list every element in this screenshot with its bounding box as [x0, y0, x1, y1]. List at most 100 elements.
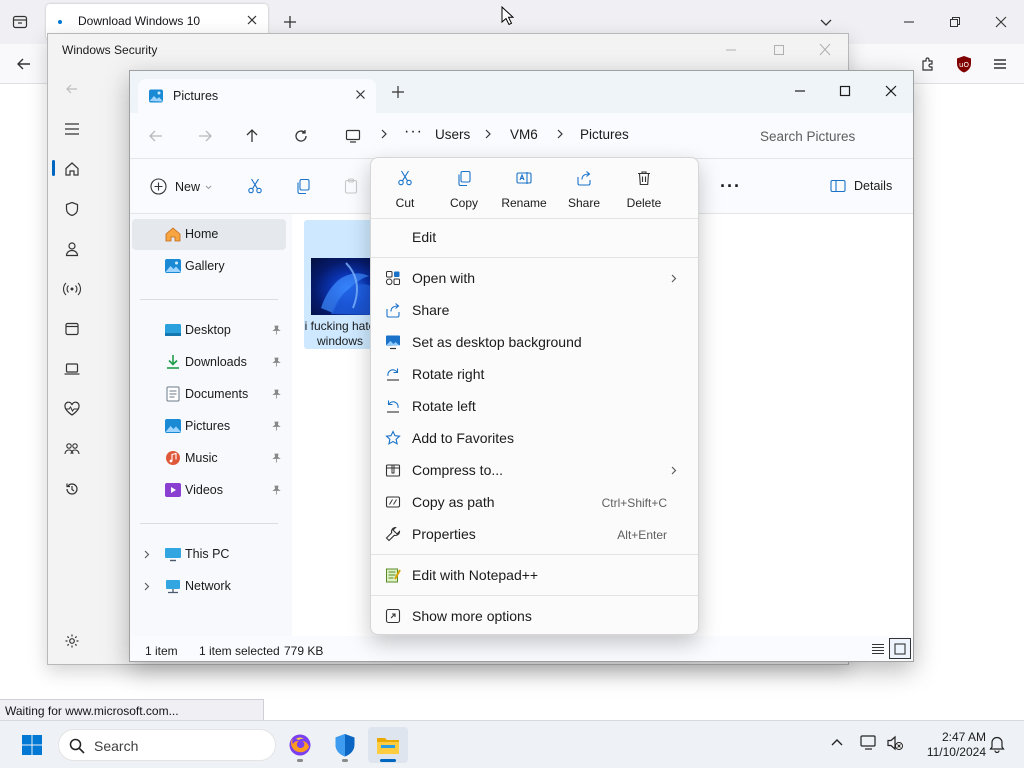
settings-gear-icon[interactable] — [62, 631, 82, 651]
nav-item-label: Documents — [185, 387, 249, 401]
explorer-close-icon[interactable] — [871, 77, 911, 105]
rename-action-button[interactable]: Rename — [494, 168, 554, 212]
menu-icon[interactable] — [986, 50, 1014, 78]
taskbar-search-input[interactable]: Search — [58, 729, 276, 761]
refresh-icon[interactable] — [291, 126, 311, 146]
extensions-icon[interactable] — [914, 50, 942, 78]
nav-item-desktop[interactable]: Desktop — [132, 315, 286, 346]
more-options-icon[interactable]: ··· — [720, 176, 741, 197]
menu-item-add-to-favorites[interactable]: Add to Favorites — [375, 422, 695, 454]
nav-item-videos[interactable]: Videos — [132, 475, 286, 506]
hamburger-menu-icon[interactable] — [62, 119, 82, 139]
show-hidden-icons-chevron-icon[interactable] — [830, 737, 844, 747]
search-input[interactable]: Search Pictures — [744, 121, 912, 151]
firefox-taskbar-icon[interactable] — [280, 727, 320, 763]
up-arrow-icon[interactable] — [242, 126, 262, 146]
back-icon[interactable] — [10, 50, 38, 78]
family-options-icon[interactable] — [62, 439, 82, 459]
nav-item-pictures[interactable]: Pictures — [132, 411, 286, 442]
this-pc-monitor-icon[interactable] — [343, 126, 363, 146]
forward-arrow-icon[interactable] — [195, 126, 215, 146]
menu-item-open-with[interactable]: Open with — [375, 262, 695, 294]
menu-item-properties[interactable]: Properties Alt+Enter — [375, 518, 695, 550]
device-health-icon[interactable] — [62, 399, 82, 419]
chevron-right-icon[interactable] — [144, 550, 150, 559]
nav-item-this-pc[interactable]: This PC — [132, 539, 286, 570]
new-button[interactable]: New — [150, 177, 218, 197]
menu-item-edit[interactable]: Edit — [375, 221, 695, 253]
menu-item-label: Properties — [412, 526, 476, 542]
close-tab-icon[interactable] — [246, 14, 258, 26]
properties-wrench-icon — [385, 526, 401, 542]
menu-item-compress-to[interactable]: Compress to... — [375, 454, 695, 486]
menu-item-set-desktop-background[interactable]: Set as desktop background — [375, 326, 695, 358]
new-tab-icon[interactable] — [392, 86, 404, 98]
explorer-minimize-icon[interactable] — [780, 77, 820, 105]
share-icon — [577, 171, 591, 186]
start-button-windows-icon[interactable] — [12, 727, 52, 763]
security-back-icon[interactable] — [62, 79, 82, 99]
restore-icon[interactable] — [941, 8, 969, 36]
volume-muted-icon[interactable] — [886, 735, 904, 751]
paste-icon[interactable] — [343, 178, 359, 194]
nav-item-music[interactable]: Music — [132, 443, 286, 474]
copy-icon — [458, 170, 471, 186]
nav-item-gallery[interactable]: Gallery — [132, 251, 286, 282]
list-tabs-icon[interactable] — [812, 8, 840, 36]
delete-action-button[interactable]: Delete — [614, 168, 674, 212]
large-icons-view-icon[interactable] — [889, 638, 911, 659]
explorer-maximize-icon[interactable] — [825, 77, 865, 105]
explorer-tab-title: Pictures — [173, 89, 219, 103]
nav-item-documents[interactable]: Documents — [132, 379, 286, 410]
copy-icon[interactable] — [295, 178, 311, 194]
share-action-button[interactable]: Share — [554, 168, 614, 212]
minimize-icon[interactable] — [895, 8, 923, 36]
menu-item-share[interactable]: Share — [375, 294, 695, 326]
cut-icon[interactable] — [247, 178, 263, 194]
windows-security-taskbar-icon[interactable] — [325, 727, 365, 763]
file-explorer-taskbar-icon[interactable] — [368, 727, 408, 763]
file-item[interactable]: i fucking hate windows — [304, 220, 376, 349]
explorer-tab-pictures[interactable]: Pictures — [138, 79, 376, 113]
nav-item-home[interactable]: Home — [132, 219, 286, 250]
protection-history-icon[interactable] — [62, 479, 82, 499]
breadcrumb-pictures[interactable]: Pictures — [580, 127, 629, 142]
firewall-network-icon[interactable] — [62, 279, 82, 299]
device-security-icon[interactable] — [62, 359, 82, 379]
nav-item-downloads[interactable]: Downloads — [132, 347, 286, 378]
nav-item-network[interactable]: Network — [132, 571, 286, 602]
network-status-icon[interactable] — [860, 735, 878, 751]
videos-icon — [165, 483, 181, 497]
close-window-icon[interactable] — [987, 8, 1015, 36]
breadcrumb-users[interactable]: Users — [435, 127, 470, 142]
menu-item-rotate-left[interactable]: Rotate left — [375, 390, 695, 422]
security-maximize-icon[interactable] — [772, 40, 786, 60]
tab-overview-icon[interactable] — [6, 8, 34, 36]
new-tab-icon[interactable] — [276, 8, 304, 36]
security-close-icon[interactable] — [818, 40, 832, 60]
account-protection-icon[interactable] — [62, 239, 82, 259]
security-minimize-icon[interactable] — [724, 40, 738, 60]
app-browser-control-icon[interactable] — [62, 319, 82, 339]
ublock-shield-icon[interactable]: uO — [950, 50, 978, 78]
breadcrumb-overflow-icon[interactable]: ··· — [404, 123, 423, 141]
active-indicator — [52, 160, 55, 176]
menu-item-copy-as-path[interactable]: Copy as path Ctrl+Shift+C — [375, 486, 695, 518]
details-button[interactable]: Details — [830, 178, 910, 196]
home-icon[interactable] — [62, 159, 82, 179]
desktop-folder-icon — [165, 324, 181, 336]
details-view-icon[interactable] — [871, 642, 885, 656]
breadcrumb-vm6[interactable]: VM6 — [510, 127, 538, 142]
cut-action-button[interactable]: Cut — [375, 168, 435, 212]
back-arrow-icon[interactable] — [146, 126, 166, 146]
menu-item-rotate-right[interactable]: Rotate right — [375, 358, 695, 390]
menu-item-edit-with-notepadpp[interactable]: Edit with Notepad++ — [375, 559, 695, 591]
notifications-bell-icon[interactable] — [989, 735, 1005, 753]
chevron-right-icon[interactable] — [144, 582, 150, 591]
menu-item-show-more-options[interactable]: Show more options — [375, 600, 695, 632]
close-tab-icon[interactable] — [355, 89, 366, 100]
copy-action-button[interactable]: Copy — [434, 168, 494, 212]
virus-protection-shield-icon[interactable] — [62, 199, 82, 219]
taskbar-clock[interactable]: 2:47 AM 11/10/2024 — [914, 730, 986, 760]
open-with-icon — [385, 271, 400, 286]
